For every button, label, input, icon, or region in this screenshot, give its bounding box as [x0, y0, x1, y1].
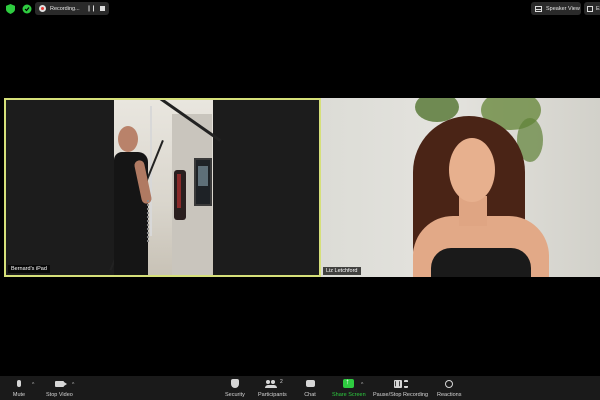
video-camera-icon — [54, 380, 67, 387]
security-icon — [230, 379, 239, 388]
pause-icon: ❙❙ — [393, 379, 402, 388]
pause-icon[interactable]: ❙❙ — [86, 5, 96, 12]
reactions-button[interactable]: Reactions — [437, 378, 461, 398]
exit-fullscreen-button[interactable]: Ex — [584, 2, 600, 15]
recording-label: Recording... — [50, 5, 80, 12]
microphone-icon — [17, 380, 21, 387]
video-options-caret[interactable]: ^ — [72, 382, 74, 388]
stop-icon[interactable] — [100, 6, 105, 11]
participant-name-tag: Liz Letchford — [323, 267, 361, 275]
participant-name-tag: Bernard's iPad — [8, 265, 50, 273]
reactions-label: Reactions — [437, 392, 462, 398]
top-bar: Recording... ❙❙ Speaker View Ex — [0, 0, 600, 18]
security-label: Security — [225, 392, 245, 398]
chat-label: Chat — [304, 392, 316, 398]
share-screen-icon — [343, 377, 355, 388]
recording-indicator: Recording... ❙❙ — [35, 2, 109, 15]
share-screen-label: Share Screen — [332, 392, 366, 398]
chat-icon — [305, 380, 315, 387]
meeting-toolbar: Mute ^ Stop Video ^ Security Participant… — [0, 376, 600, 400]
speaker-view-label: Speaker View — [546, 5, 580, 12]
exit-label: Ex — [596, 5, 600, 12]
stop-icon — [403, 379, 408, 388]
record-icon — [39, 5, 46, 12]
participants-label: Participants — [258, 392, 287, 398]
video-feed-bernard — [109, 100, 222, 275]
stop-video-button[interactable]: Stop Video — [46, 378, 73, 398]
exit-fullscreen-icon — [587, 5, 593, 12]
stop-video-label: Stop Video — [46, 392, 73, 398]
chat-button[interactable]: Chat — [303, 378, 317, 398]
participants-icon — [265, 379, 278, 388]
share-screen-button[interactable]: Share Screen — [332, 377, 366, 398]
security-button[interactable]: Security — [225, 378, 245, 398]
participants-count-badge: 2 — [280, 379, 283, 385]
video-tile-liz[interactable]: Liz Letchford — [321, 98, 600, 277]
video-feed-liz — [321, 98, 600, 277]
share-options-caret[interactable]: ^ — [361, 382, 363, 388]
speaker-view-button[interactable]: Speaker View — [531, 2, 581, 15]
lock-icon[interactable] — [22, 4, 32, 14]
pause-stop-recording-label: Pause/Stop Recording — [373, 392, 429, 398]
pause-stop-recording-button[interactable]: ❙❙ Pause/Stop Recording — [373, 378, 428, 398]
reactions-icon — [445, 379, 454, 388]
audio-options-caret[interactable]: ^ — [32, 382, 34, 388]
video-tile-bernard[interactable]: Bernard's iPad — [4, 98, 321, 277]
shield-icon[interactable] — [6, 4, 15, 14]
mute-button[interactable]: Mute — [12, 378, 26, 398]
grid-icon — [535, 5, 542, 12]
mute-label: Mute — [12, 392, 26, 398]
